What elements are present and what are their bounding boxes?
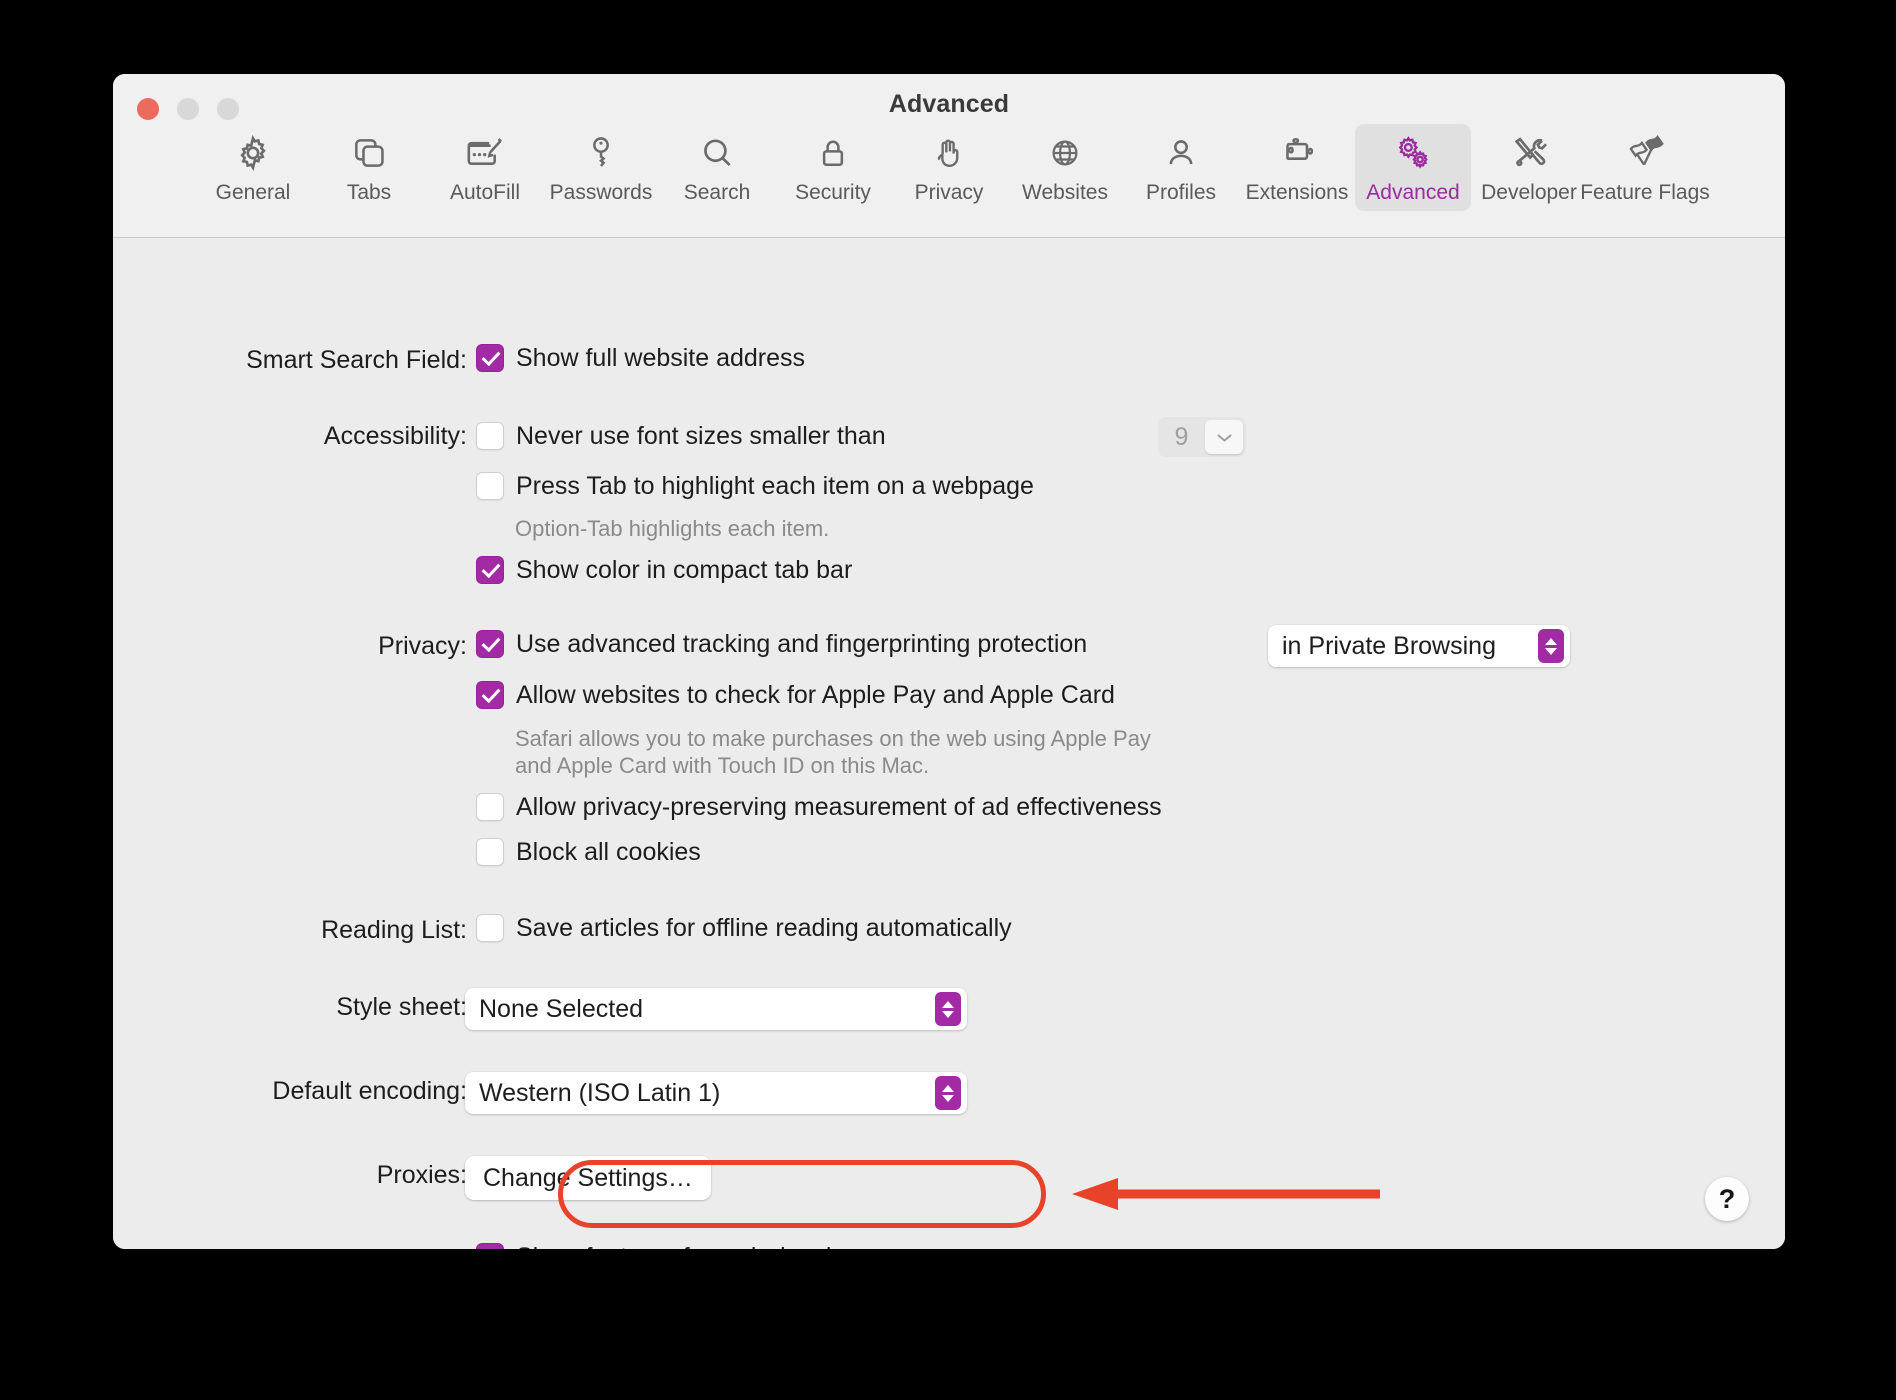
style-sheet-value: None Selected (479, 995, 925, 1024)
tab-search[interactable]: Search (659, 124, 775, 211)
show-color-compact-tab-bar-checkbox[interactable] (476, 556, 504, 584)
tab-tabs[interactable]: Tabs (311, 124, 427, 211)
tab-feature-flags[interactable]: Feature Flags (1587, 124, 1703, 211)
gears-icon (1393, 132, 1433, 174)
never-use-font-sizes-label: Never use font sizes smaller than (516, 422, 886, 450)
show-color-compact-tab-bar-label: Show color in compact tab bar (516, 556, 852, 584)
tab-label: Search (684, 181, 751, 205)
stepper-arrows-icon[interactable] (935, 992, 961, 1026)
style-sheet-label: Style sheet: (336, 993, 467, 1022)
reading-list-label: Reading List: (321, 916, 467, 945)
settings-window: Advanced General Tabs (113, 74, 1785, 1249)
press-tab-label: Press Tab to highlight each item on a we… (516, 472, 1034, 500)
press-tab-row[interactable]: Press Tab to highlight each item on a we… (476, 472, 1034, 500)
tab-websites[interactable]: Websites (1007, 124, 1123, 211)
page-title: Advanced (113, 90, 1785, 119)
tracking-scope-value: in Private Browsing (1282, 632, 1528, 661)
block-cookies-row[interactable]: Block all cookies (476, 838, 701, 866)
puzzle-icon (1278, 132, 1316, 174)
press-tab-hint: Option-Tab highlights each item. (515, 515, 829, 542)
web-developers-row[interactable]: Show features for web developers (476, 1243, 894, 1249)
search-icon (698, 132, 736, 174)
proxies-label: Proxies: (377, 1161, 467, 1190)
save-offline-label: Save articles for offline reading automa… (516, 914, 1012, 942)
tab-privacy[interactable]: Privacy (891, 124, 1007, 211)
default-encoding-label: Default encoding: (272, 1077, 467, 1106)
flags-icon (1623, 132, 1667, 174)
tab-advanced[interactable]: Advanced (1355, 124, 1471, 211)
tab-label: Advanced (1366, 181, 1459, 205)
tab-label: Security (795, 181, 871, 205)
show-features-for-web-developers-label: Show features for web developers (516, 1243, 894, 1249)
stepper-arrows-icon[interactable] (935, 1076, 961, 1110)
show-full-website-address-row[interactable]: Show full website address (476, 344, 805, 372)
tab-developer[interactable]: Developer (1471, 124, 1587, 211)
press-tab-checkbox[interactable] (476, 472, 504, 500)
ad-measurement-checkbox[interactable] (476, 793, 504, 821)
help-button[interactable]: ? (1705, 1177, 1749, 1221)
tab-security[interactable]: Security (775, 124, 891, 211)
tab-label: Feature Flags (1580, 181, 1710, 205)
tab-label: Extensions (1246, 181, 1349, 205)
tab-label: Developer (1481, 181, 1577, 205)
default-encoding-popup[interactable]: Western (ISO Latin 1) (465, 1072, 967, 1114)
globe-icon (1046, 132, 1084, 174)
tab-label: Tabs (347, 181, 391, 205)
apple-pay-hint: Safari allows you to make purchases on t… (515, 725, 1151, 779)
advanced-tracking-row[interactable]: Use advanced tracking and fingerprinting… (476, 630, 1087, 658)
never-use-font-sizes-checkbox[interactable] (476, 422, 504, 450)
apple-pay-row[interactable]: Allow websites to check for Apple Pay an… (476, 681, 1115, 709)
tabs-icon (350, 132, 388, 174)
window-titlebar: Advanced General Tabs (113, 74, 1785, 238)
ad-measurement-row[interactable]: Allow privacy-preserving measurement of … (476, 793, 1162, 821)
settings-content: Smart Search Field: Show full website ad… (113, 238, 1785, 1249)
block-cookies-label: Block all cookies (516, 838, 701, 866)
hand-icon (930, 132, 968, 174)
never-use-font-sizes-row[interactable]: Never use font sizes smaller than (476, 422, 886, 450)
advanced-tracking-label: Use advanced tracking and fingerprinting… (516, 630, 1087, 658)
advanced-tracking-checkbox[interactable] (476, 630, 504, 658)
key-icon (582, 132, 620, 174)
tab-label: Privacy (915, 181, 984, 205)
show-features-for-web-developers-checkbox[interactable] (476, 1243, 504, 1249)
tools-icon (1509, 132, 1549, 174)
tab-label: Passwords (550, 181, 653, 205)
tab-extensions[interactable]: Extensions (1239, 124, 1355, 211)
lock-icon (814, 132, 852, 174)
show-full-website-address-checkbox[interactable] (476, 344, 504, 372)
tab-general[interactable]: General (195, 124, 311, 211)
tab-label: AutoFill (450, 181, 520, 205)
apple-pay-checkbox[interactable] (476, 681, 504, 709)
tab-autofill[interactable]: AutoFill (427, 124, 543, 211)
save-offline-row[interactable]: Save articles for offline reading automa… (476, 914, 1012, 942)
settings-toolbar: General Tabs (113, 124, 1785, 211)
smart-search-field-label: Smart Search Field: (246, 346, 467, 375)
tab-passwords[interactable]: Passwords (543, 124, 659, 211)
accessibility-label: Accessibility: (324, 422, 467, 451)
tab-label: Websites (1022, 181, 1108, 205)
style-sheet-popup[interactable]: None Selected (465, 988, 967, 1030)
minimum-font-size-value: 9 (1158, 423, 1205, 452)
change-proxy-settings-button[interactable]: Change Settings… (465, 1156, 711, 1200)
minimum-font-size-combo[interactable]: 9 (1158, 417, 1246, 457)
default-encoding-value: Western (ISO Latin 1) (479, 1079, 925, 1108)
person-icon (1162, 132, 1200, 174)
autofill-icon (464, 132, 506, 174)
privacy-label: Privacy: (378, 632, 467, 661)
show-full-website-address-label: Show full website address (516, 344, 805, 372)
show-color-compact-tab-bar-row[interactable]: Show color in compact tab bar (476, 556, 852, 584)
tab-profiles[interactable]: Profiles (1123, 124, 1239, 211)
tracking-scope-popup[interactable]: in Private Browsing (1268, 625, 1570, 667)
apple-pay-label: Allow websites to check for Apple Pay an… (516, 681, 1115, 709)
gear-icon (233, 132, 273, 174)
save-offline-checkbox[interactable] (476, 914, 504, 942)
tab-label: Profiles (1146, 181, 1216, 205)
chevron-down-icon[interactable] (1205, 420, 1243, 454)
stepper-arrows-icon[interactable] (1538, 629, 1564, 663)
tab-label: General (216, 181, 291, 205)
block-cookies-checkbox[interactable] (476, 838, 504, 866)
ad-measurement-label: Allow privacy-preserving measurement of … (516, 793, 1162, 821)
